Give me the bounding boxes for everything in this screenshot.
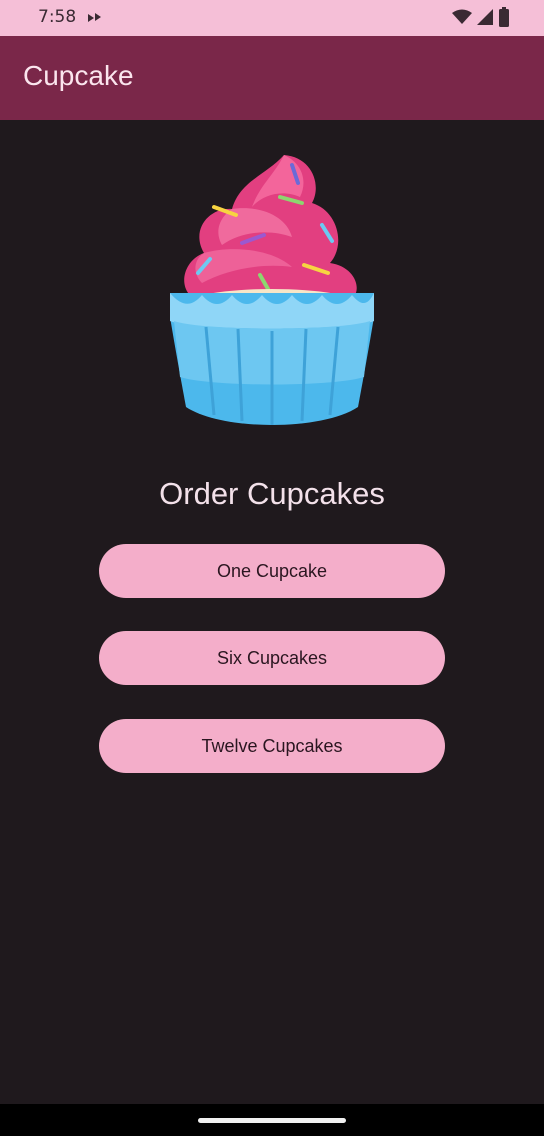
battery-icon xyxy=(499,7,509,27)
button-label: Six Cupcakes xyxy=(216,647,328,668)
cupcake-icon xyxy=(162,145,382,435)
twelve-cupcakes-button[interactable]: Twelve Cupcakes xyxy=(99,719,445,773)
cellular-signal-icon xyxy=(477,9,493,25)
navigation-bar xyxy=(0,1104,544,1136)
button-label: One Cupcake xyxy=(216,560,328,581)
wifi-icon xyxy=(452,9,472,24)
top-app-bar: Cupcake xyxy=(0,36,544,120)
one-cupcake-button[interactable]: One Cupcake xyxy=(99,544,445,598)
app-notification-icon xyxy=(88,13,101,22)
home-gesture-handle[interactable] xyxy=(198,1118,346,1123)
order-cupcakes-heading: Order Cupcakes xyxy=(159,476,385,511)
status-icons xyxy=(452,6,510,28)
app-title: Cupcake xyxy=(23,60,134,91)
status-bar: 7:58 xyxy=(0,0,544,36)
button-label: Twelve Cupcakes xyxy=(201,735,343,756)
six-cupcakes-button[interactable]: Six Cupcakes xyxy=(99,631,445,685)
status-time: 7:58 xyxy=(38,7,77,27)
